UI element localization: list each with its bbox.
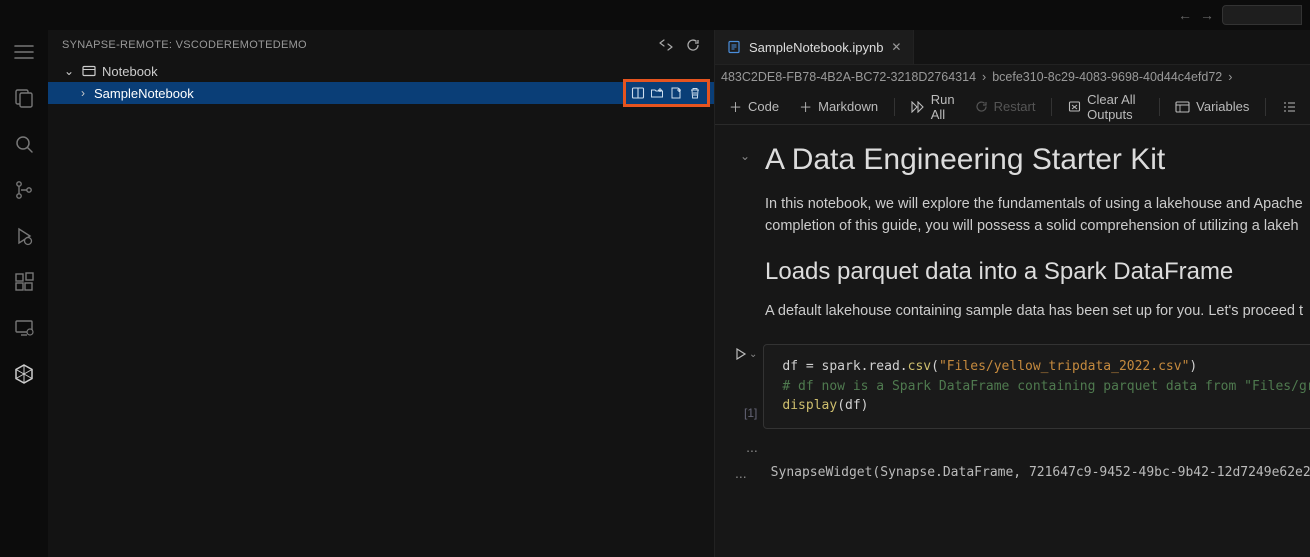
extensions-icon[interactable] (12, 270, 36, 294)
breadcrumb-seg: bcefe310-8c29-4083-9698-40d44c4efd72 (992, 70, 1222, 84)
sync-icon[interactable] (658, 38, 674, 52)
variables-button[interactable]: Variables (1167, 95, 1257, 118)
code-editor[interactable]: df = spark.read.csv("Files/yellow_tripda… (763, 344, 1310, 429)
clear-icon (1068, 100, 1081, 113)
open-side-icon[interactable] (630, 85, 646, 101)
run-all-button[interactable]: Run All (903, 88, 963, 126)
clear-outputs-button[interactable]: Clear All Outputs (1060, 88, 1150, 126)
remote-explorer-icon[interactable] (12, 316, 36, 340)
restart-icon (975, 100, 988, 113)
outline-button[interactable] (1274, 97, 1304, 117)
run-cell-button[interactable]: ⌄ (735, 348, 757, 360)
more-icon[interactable]: ... (735, 465, 747, 481)
explorer-icon[interactable] (12, 86, 36, 110)
collapse-icon[interactable]: ⌄ (740, 149, 750, 163)
md-paragraph: A default lakehouse containing sample da… (765, 300, 1303, 322)
menu-icon[interactable] (12, 40, 36, 64)
breadcrumb-sep: › (982, 70, 986, 84)
tree-folder-notebook[interactable]: ⌄ Notebook (48, 60, 714, 82)
chevron-down-icon: ⌄ (749, 349, 757, 360)
plus-icon: ＋ (729, 97, 742, 116)
breadcrumb-sep: › (1228, 70, 1232, 84)
variables-icon (1175, 101, 1190, 113)
source-control-icon[interactable] (12, 178, 36, 202)
chevron-down-icon: ⌄ (62, 64, 76, 78)
command-search[interactable] (1222, 5, 1302, 25)
output-row: ... SynapseWidget(Synapse.DataFrame, 721… (735, 465, 1310, 481)
tree-item-label: SampleNotebook (94, 86, 194, 101)
side-panel: SYNAPSE-REMOTE: VSCODEREMOTEDEMO ⌄ Noteb… (48, 30, 715, 557)
add-markdown-button[interactable]: ＋ Markdown (791, 93, 886, 120)
activity-bar (0, 30, 48, 557)
notebook-toolbar: ＋ Code ＋ Markdown Run All Restart Clear … (715, 89, 1310, 125)
synapse-icon[interactable] (12, 362, 36, 386)
markdown-cell[interactable]: ⌄ A Data Engineering Starter Kit In this… (735, 135, 1310, 340)
md-heading-1: A Data Engineering Starter Kit (765, 143, 1303, 177)
add-code-button[interactable]: ＋ Code (721, 93, 787, 120)
new-file-icon[interactable] (668, 85, 684, 101)
more-icon[interactable]: ... (735, 439, 769, 455)
search-icon[interactable] (12, 132, 36, 156)
new-folder-icon[interactable] (649, 85, 665, 101)
chevron-right-icon: › (76, 86, 90, 100)
tab-label: SampleNotebook.ipynb (749, 40, 883, 55)
nav-forward[interactable]: → (1200, 7, 1214, 23)
tab-samplenotebook[interactable]: SampleNotebook.ipynb ✕ (715, 30, 914, 64)
md-paragraph: completion of this guide, you will posse… (765, 215, 1303, 237)
notebook-folder-icon (82, 65, 96, 77)
md-paragraph: In this notebook, we will explore the fu… (765, 193, 1303, 215)
restart-button: Restart (967, 95, 1044, 118)
output-text: SynapseWidget(Synapse.DataFrame, 721647c… (753, 465, 1310, 481)
tree-item-samplenotebook[interactable]: › SampleNotebook (48, 82, 714, 104)
notebook-file-icon (727, 40, 741, 54)
plus-icon: ＋ (799, 97, 812, 116)
run-all-icon (911, 101, 925, 113)
code-cell[interactable]: ⌄ [1] df = spark.read.csv("Files/yellow_… (735, 344, 1310, 429)
breadcrumb-seg: 483C2DE8-FB78-4B2A-BC72-3218D2764314 (721, 70, 976, 84)
refresh-icon[interactable] (686, 38, 700, 52)
outline-icon (1282, 101, 1296, 113)
output-collapsed-row: ... (735, 439, 1310, 455)
breadcrumb[interactable]: 483C2DE8-FB78-4B2A-BC72-3218D2764314 › b… (715, 65, 1310, 89)
run-debug-icon[interactable] (12, 224, 36, 248)
md-heading-2: Loads parquet data into a Spark DataFram… (765, 258, 1303, 286)
delete-icon[interactable] (687, 85, 703, 101)
panel-title: SYNAPSE-REMOTE: VSCODEREMOTEDEMO (62, 39, 307, 51)
close-icon[interactable]: ✕ (891, 40, 901, 54)
nav-back[interactable]: ← (1178, 7, 1192, 23)
tree-folder-label: Notebook (102, 64, 158, 79)
tree-item-actions-highlight (623, 79, 710, 107)
editor-tabs: SampleNotebook.ipynb ✕ (715, 30, 1310, 65)
execution-count: [1] (744, 406, 757, 420)
editor-area: SampleNotebook.ipynb ✕ 483C2DE8-FB78-4B2… (715, 30, 1310, 557)
